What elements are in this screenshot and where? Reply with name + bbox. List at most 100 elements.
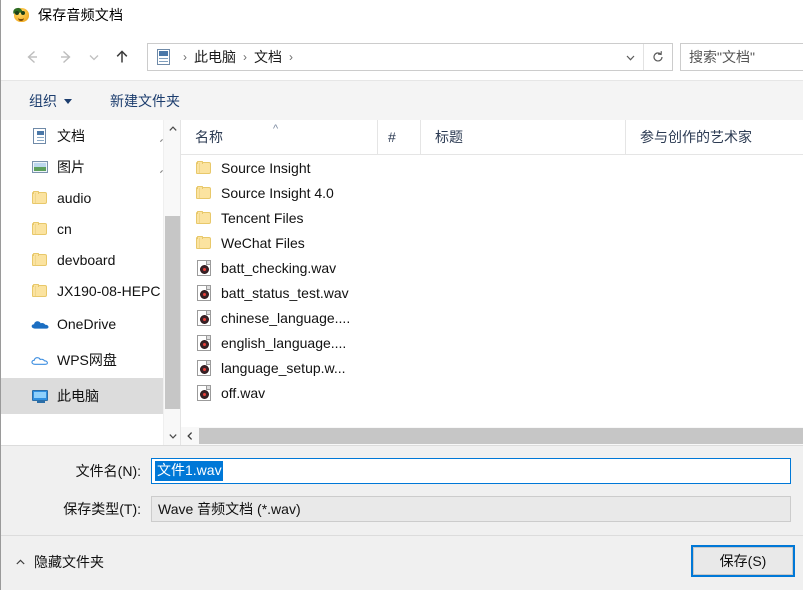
sidebar-item-audio[interactable]: audio (1, 182, 181, 213)
sidebar-item-documents[interactable]: 文档 (1, 120, 181, 151)
sidebar-item-label: JX190-08-HEPC (57, 282, 161, 299)
chevron-down-icon[interactable] (617, 44, 643, 70)
window-title: 保存音频文档 (38, 6, 124, 23)
folder-icon (195, 234, 213, 252)
folder-icon (31, 189, 49, 207)
wav-file-icon (195, 259, 213, 277)
table-row[interactable]: chinese_language.... (181, 305, 803, 330)
column-header-artist[interactable]: 参与创作的艺术家 (626, 120, 786, 154)
chevron-up-icon (15, 557, 26, 568)
scroll-left-icon[interactable] (181, 427, 199, 445)
documents-icon (155, 48, 173, 66)
file-list-horizontal-scrollbar[interactable] (181, 427, 803, 445)
sidebar-item-jx190[interactable]: JX190-08-HEPC (1, 275, 181, 306)
folder-icon (31, 251, 49, 269)
column-header-label: 参与创作的艺术家 (640, 129, 752, 145)
save-audio-dialog: 保存音频文档 › 此电脑 › 文档 › 搜索"文档" 组织 新建文件夹 文档 图… (0, 0, 803, 590)
save-button[interactable]: 保存(S) (691, 545, 795, 577)
this-pc-icon (31, 387, 49, 405)
filename-label: 文件名(N): (75, 463, 141, 479)
sidebar-scroll-thumb[interactable] (165, 216, 180, 409)
file-name: Source Insight 4.0 (221, 184, 334, 201)
column-header-label: 标题 (435, 129, 463, 145)
sidebar-item-this-pc[interactable]: 此电脑 (1, 378, 181, 414)
sidebar-item-label: OneDrive (57, 316, 117, 332)
breadcrumb-separator: › (183, 50, 187, 64)
file-name: Tencent Files (221, 209, 304, 226)
file-name: WeChat Files (221, 234, 305, 251)
file-name: off.wav (221, 384, 266, 401)
navigation-sidebar: 文档 图片 audio cn devboard JX190-08-HEPC On… (1, 120, 181, 445)
toolbar: 组织 新建文件夹 (1, 80, 803, 121)
wps-cloud-icon (31, 351, 49, 369)
up-arrow-icon[interactable] (105, 42, 139, 72)
sidebar-vertical-scrollbar[interactable] (163, 120, 181, 445)
hide-folders-button[interactable]: 隐藏文件夹 (15, 552, 104, 572)
onedrive-cloud-icon (31, 315, 49, 333)
column-header-label: 名称 (195, 129, 223, 145)
file-name: english_language.... (221, 334, 347, 351)
forward-arrow-icon[interactable] (49, 42, 83, 72)
filename-value: 文件1.wav (155, 461, 223, 481)
table-row[interactable]: Tencent Files (181, 205, 803, 230)
column-header-number[interactable]: # (378, 120, 421, 154)
save-button-label: 保存(S) (719, 553, 767, 569)
sidebar-item-label: 文档 (57, 127, 85, 144)
table-row[interactable]: language_setup.w... (181, 355, 803, 380)
search-input[interactable]: 搜索"文档" (680, 43, 803, 71)
column-header-label: # (388, 129, 396, 145)
sidebar-item-cn[interactable]: cn (1, 213, 181, 244)
folder-icon (195, 184, 213, 202)
sidebar-item-wps-cloud[interactable]: WPS网盘 (1, 342, 181, 378)
sidebar-item-label: cn (57, 220, 72, 237)
recent-locations-chevron-icon[interactable] (83, 42, 105, 72)
navigation-bar: › 此电脑 › 文档 › 搜索"文档" (1, 36, 803, 78)
file-name: chinese_language.... (221, 309, 351, 326)
scroll-down-icon[interactable] (164, 427, 181, 445)
column-header-title[interactable]: 标题 (421, 120, 626, 154)
back-arrow-icon[interactable] (15, 42, 49, 72)
filetype-value: Wave 音频文档 (*.wav) (158, 501, 301, 517)
sidebar-item-pictures[interactable]: 图片 (1, 151, 181, 182)
new-folder-label: 新建文件夹 (110, 93, 180, 109)
table-row[interactable]: WeChat Files (181, 230, 803, 255)
table-row[interactable]: batt_checking.wav (181, 255, 803, 280)
table-row[interactable]: off.wav (181, 380, 803, 405)
wav-file-icon (195, 384, 213, 402)
filetype-row: 保存类型(T): Wave 音频文档 (*.wav) (1, 496, 803, 522)
column-header-name[interactable]: 名称 ^ (181, 120, 378, 154)
scroll-up-icon[interactable] (164, 120, 181, 138)
wav-file-icon (195, 309, 213, 327)
hide-folders-label: 隐藏文件夹 (34, 554, 104, 570)
new-folder-button[interactable]: 新建文件夹 (104, 88, 186, 114)
sidebar-item-label: devboard (57, 251, 116, 268)
dialog-footer: 隐藏文件夹 保存(S) (1, 535, 803, 590)
filetype-select[interactable]: Wave 音频文档 (*.wav) (151, 496, 791, 522)
table-row[interactable]: batt_status_test.wav (181, 280, 803, 305)
breadcrumb-separator: › (289, 50, 293, 64)
breadcrumb-item-1[interactable]: 文档 (254, 47, 282, 67)
table-row[interactable]: Source Insight 4.0 (181, 180, 803, 205)
breadcrumb-separator: › (243, 50, 247, 64)
breadcrumb-item-0[interactable]: 此电脑 (194, 47, 236, 67)
sidebar-item-label: 此电脑 (57, 388, 99, 404)
search-placeholder: 搜索"文档" (689, 49, 755, 65)
table-row[interactable]: english_language.... (181, 330, 803, 355)
organize-button[interactable]: 组织 (23, 88, 78, 114)
breadcrumb[interactable]: › 此电脑 › 文档 › (147, 43, 673, 71)
file-name: language_setup.w... (221, 359, 346, 376)
sidebar-item-onedrive[interactable]: OneDrive (1, 306, 181, 342)
filename-row: 文件名(N): 文件1.wav (1, 458, 803, 484)
documents-icon (31, 127, 49, 145)
refresh-icon[interactable] (643, 44, 672, 70)
folder-icon (195, 209, 213, 227)
table-row[interactable]: Source Insight (181, 155, 803, 180)
column-headers: 名称 ^ # 标题 参与创作的艺术家 (181, 120, 803, 155)
sidebar-item-devboard[interactable]: devboard (1, 244, 181, 275)
horizontal-scroll-thumb[interactable] (199, 428, 803, 444)
organize-label: 组织 (29, 93, 57, 109)
folder-icon (31, 282, 49, 300)
filename-input[interactable]: 文件1.wav (151, 458, 791, 484)
wav-file-icon (195, 359, 213, 377)
save-form: 文件名(N): 文件1.wav 保存类型(T): Wave 音频文档 (*.wa… (1, 445, 803, 536)
